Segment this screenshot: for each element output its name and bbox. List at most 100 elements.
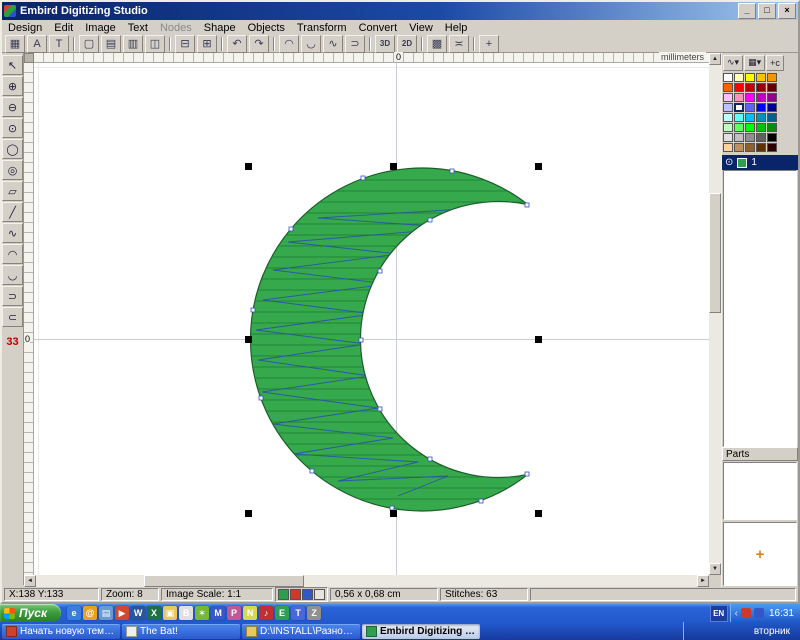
quicklaunch-messenger-icon[interactable]: M [211, 606, 225, 620]
palette-color-swatch[interactable] [767, 103, 777, 112]
selection-handle[interactable] [390, 163, 397, 170]
quicklaunch-icq-icon[interactable]: ✶ [195, 606, 209, 620]
start-button[interactable]: Пуск [0, 604, 61, 622]
stitch-node[interactable] [378, 407, 382, 411]
taskbar-task-2[interactable]: D:\INSTALL\Разное\Embird [242, 624, 360, 639]
menu-objects[interactable]: Objects [242, 21, 291, 35]
menu-transform[interactable]: Transform [291, 21, 353, 35]
scroll-up-button[interactable]: ▲ [709, 53, 721, 65]
toolbar-pan-cross-button[interactable]: + [479, 35, 499, 53]
menu-text[interactable]: Text [122, 21, 154, 35]
palette-color-swatch[interactable] [767, 113, 777, 122]
quicklaunch-tools-icon[interactable]: T [291, 606, 305, 620]
title-bar[interactable]: Embird Digitizing Studio _ □ × [2, 2, 798, 20]
palette-color-swatch[interactable] [734, 73, 744, 82]
tool-open-shape-button[interactable]: ⊃ [2, 286, 23, 306]
palette-color-swatch[interactable] [767, 93, 777, 102]
quicklaunch-mail-icon[interactable]: @ [83, 606, 97, 620]
tool-closed-shape-button[interactable]: ⊂ [2, 307, 23, 327]
palette-color-swatch[interactable] [756, 123, 766, 132]
design-object[interactable] [248, 166, 538, 513]
layer-row[interactable]: ⊙ 1 [722, 155, 798, 170]
toolbar-open-file-button[interactable]: ▤ [101, 35, 121, 53]
visibility-icon[interactable]: ⊙ [725, 157, 733, 168]
palette-color-swatch[interactable] [745, 93, 755, 102]
quicklaunch-the-bat-icon[interactable]: B [179, 606, 193, 620]
horizontal-scroll-thumb[interactable] [144, 575, 304, 587]
horizontal-scrollbar[interactable]: ◄ ► [24, 575, 709, 587]
toolbar-curve-mode-button[interactable]: ◡ [301, 35, 321, 53]
quicklaunch-folder-icon[interactable]: ▣ [163, 606, 177, 620]
toolbar-text-bold-a-button[interactable]: A [27, 35, 47, 53]
stitch-node[interactable] [450, 169, 454, 173]
palette-color-swatch[interactable] [767, 123, 777, 132]
stitch-node[interactable] [378, 269, 382, 273]
vertical-scroll-thumb[interactable] [709, 193, 721, 313]
palette-color-swatch[interactable] [723, 103, 733, 112]
palette-color-swatch[interactable] [734, 103, 744, 112]
stitch-node[interactable] [479, 499, 483, 503]
tool-select-button[interactable]: ↖ [2, 55, 23, 75]
menu-view[interactable]: View [403, 21, 439, 35]
toolbar-copy-button[interactable]: ⊞ [197, 35, 217, 53]
quicklaunch-media-player-icon[interactable]: ▶ [115, 606, 129, 620]
palette-color-swatch[interactable] [756, 113, 766, 122]
selection-handle[interactable] [245, 510, 252, 517]
selection-handle[interactable] [245, 336, 252, 343]
language-indicator[interactable]: EN [710, 605, 728, 622]
palette-color-swatch[interactable] [723, 93, 733, 102]
quicklaunch-show-desktop-icon[interactable]: ▤ [99, 606, 113, 620]
toolbar-redo-button[interactable]: ↷ [249, 35, 269, 53]
toolbar-print-button[interactable]: ⊟ [175, 35, 195, 53]
taskbar-task-3[interactable]: Embird Digitizing Stud... [362, 624, 480, 639]
stitch-node[interactable] [289, 227, 293, 231]
palette-color-swatch[interactable] [723, 73, 733, 82]
status-mini-icon[interactable] [290, 589, 301, 600]
stitch-node[interactable] [361, 176, 365, 180]
palette-color-swatch[interactable] [756, 103, 766, 112]
tool-zoom-in-button[interactable]: ⊕ [2, 76, 23, 96]
status-mini-icon[interactable] [302, 589, 313, 600]
parts-list[interactable] [723, 462, 797, 520]
quicklaunch-embird-icon[interactable]: E [275, 606, 289, 620]
stitch-node[interactable] [428, 457, 432, 461]
stitch-node[interactable] [359, 338, 363, 342]
design-canvas[interactable] [34, 63, 709, 575]
quicklaunch-player-icon[interactable]: ♪ [259, 606, 273, 620]
palette-color-swatch[interactable] [723, 143, 733, 152]
vertical-scrollbar[interactable]: ▲ ▼ [709, 53, 721, 575]
taskbar-task-1[interactable]: The Bat! [122, 624, 240, 639]
tray-chevron-icon[interactable]: ‹ [735, 608, 738, 619]
palette-color-swatch[interactable] [734, 83, 744, 92]
quicklaunch-paint-icon[interactable]: P [227, 606, 241, 620]
add-color-button[interactable]: +c [766, 55, 784, 71]
palette-color-swatch[interactable] [745, 123, 755, 132]
palette-color-swatch[interactable] [745, 103, 755, 112]
maximize-button[interactable]: □ [758, 3, 776, 19]
palette-color-swatch[interactable] [745, 73, 755, 82]
quicklaunch-archive-icon[interactable]: Z [307, 606, 321, 620]
tray-icon[interactable] [754, 608, 764, 618]
tool-curve-button[interactable]: ◡ [2, 265, 23, 285]
tool-arc-button[interactable]: ◠ [2, 244, 23, 264]
minimize-button[interactable]: _ [738, 3, 756, 19]
quicklaunch-notepad-icon[interactable]: N [243, 606, 257, 620]
palette-color-swatch[interactable] [745, 133, 755, 142]
clock[interactable]: 16:31 [769, 608, 794, 619]
stitch-node[interactable] [310, 469, 314, 473]
palette-color-swatch[interactable] [767, 133, 777, 142]
quicklaunch-word-icon[interactable]: W [131, 606, 145, 620]
palette-color-swatch[interactable] [756, 143, 766, 152]
selection-handle[interactable] [535, 163, 542, 170]
crescent-shape[interactable] [250, 168, 528, 511]
palette-color-swatch[interactable] [745, 113, 755, 122]
selection-handle[interactable] [390, 510, 397, 517]
menu-nodes[interactable]: Nodes [154, 21, 198, 35]
menu-design[interactable]: Design [2, 21, 48, 35]
palette-color-swatch[interactable] [723, 133, 733, 142]
stitch-node[interactable] [259, 396, 263, 400]
toolbar-measure-button[interactable]: ≍ [449, 35, 469, 53]
palette-color-swatch[interactable] [756, 133, 766, 142]
palette-color-swatch[interactable] [745, 83, 755, 92]
palette-color-swatch[interactable] [734, 113, 744, 122]
